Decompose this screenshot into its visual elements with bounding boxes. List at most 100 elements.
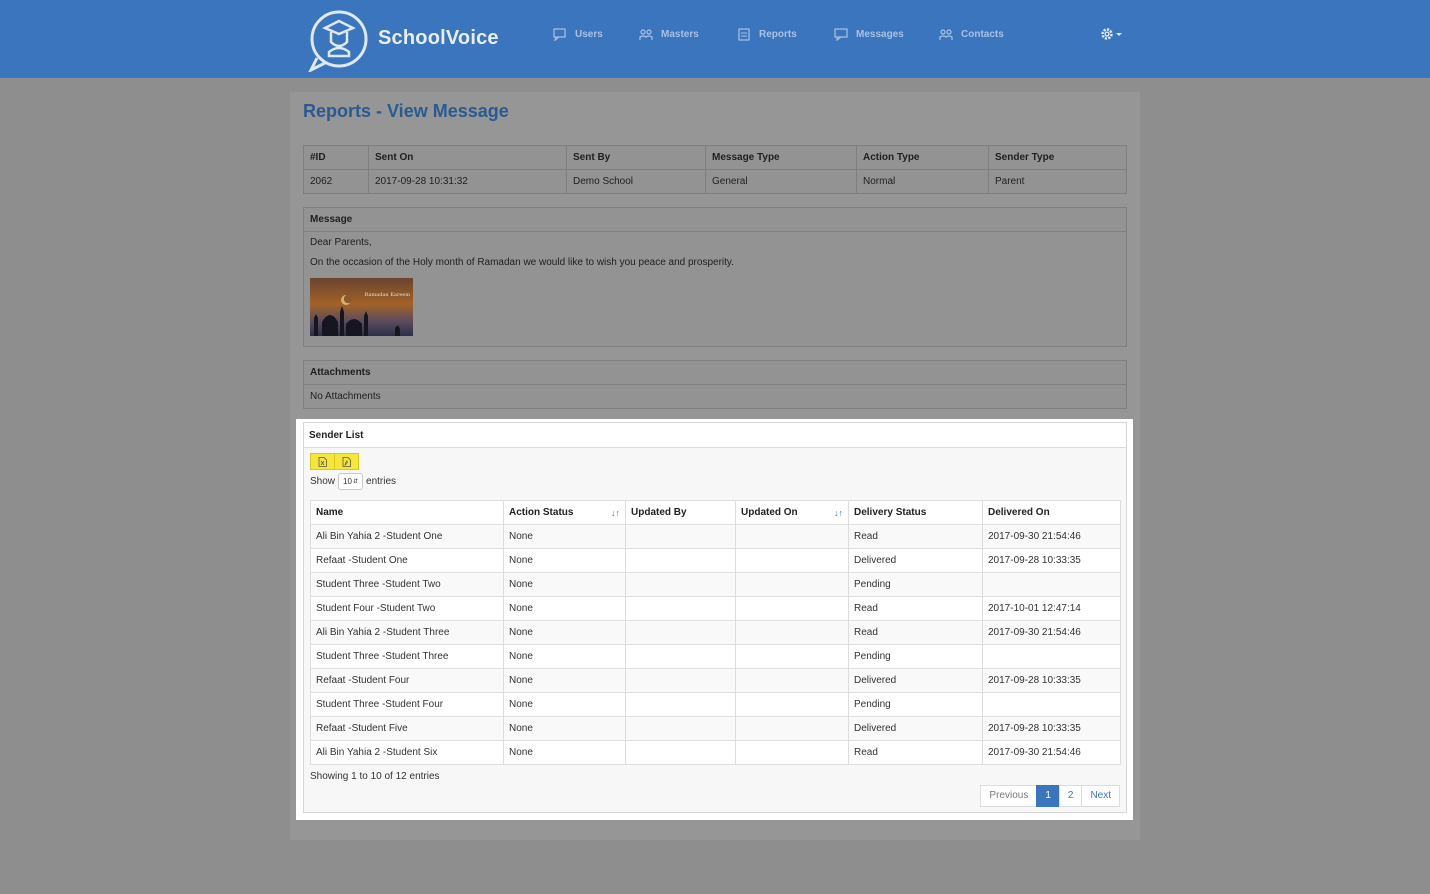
nav-messages-label: Messages bbox=[856, 29, 904, 40]
brand-name[interactable]: SchoolVoice bbox=[378, 27, 499, 50]
info-cell-id: 2062 bbox=[303, 169, 369, 194]
cell-delivered-on: 2017-09-30 21:54:46 bbox=[982, 524, 1121, 549]
export-buttons bbox=[310, 453, 359, 470]
sender-list-title: Sender List bbox=[304, 423, 1126, 448]
cell-delivered-on: 2017-09-28 10:33:35 bbox=[982, 548, 1121, 573]
nav-users-label: Users bbox=[575, 29, 603, 40]
cell-updated-by bbox=[625, 524, 736, 549]
cell-name: Ali Bin Yahia 2 -Student One bbox=[310, 524, 504, 549]
cell-delivery-status: Read bbox=[848, 740, 983, 765]
cell-updated-by bbox=[625, 692, 736, 717]
info-row: 2062 2017-09-28 10:31:32 Demo School Gen… bbox=[303, 169, 1127, 194]
cell-updated-on bbox=[735, 572, 849, 597]
cell-delivery-status: Pending bbox=[848, 572, 983, 597]
pdf-file-icon bbox=[342, 456, 351, 467]
cell-delivered-on bbox=[982, 572, 1121, 597]
nav-reports[interactable]: Reports bbox=[737, 28, 797, 41]
pagination-previous-button[interactable]: Previous bbox=[980, 785, 1038, 807]
cell-name: Student Three -Student Two bbox=[310, 572, 504, 597]
messages-icon bbox=[834, 28, 848, 41]
column-header-action-status[interactable]: Action Status ↓↑ bbox=[503, 500, 626, 525]
nav-messages[interactable]: Messages bbox=[834, 28, 904, 41]
info-header-id: #ID bbox=[303, 145, 369, 170]
table-row: Ali Bin Yahia 2 -Student Three None Read 20… bbox=[310, 620, 1121, 645]
column-header-label: Name bbox=[316, 507, 344, 518]
show-label: Show bbox=[310, 476, 336, 487]
info-cell-sent-by: Demo School bbox=[566, 169, 706, 194]
pagination-page-2[interactable]: 2 bbox=[1058, 785, 1083, 807]
column-header-name[interactable]: Name bbox=[310, 500, 504, 525]
cell-updated-on bbox=[735, 596, 849, 621]
message-line: On the occasion of the Holy month of Ram… bbox=[310, 257, 734, 268]
cell-delivery-status: Read bbox=[848, 524, 983, 549]
nav-masters-label: Masters bbox=[661, 29, 699, 40]
page-title: Reports - View Message bbox=[303, 101, 509, 121]
excel-file-icon bbox=[318, 456, 327, 467]
select-arrows-icon: ⇵ bbox=[352, 479, 358, 485]
schoolvoice-logo-icon[interactable] bbox=[307, 8, 371, 72]
table-row: Student Four -Student Two None Read 2017-10… bbox=[310, 596, 1121, 621]
page-length-control: Show 10 ⇵ entries bbox=[310, 473, 396, 490]
info-cell-message-type: General bbox=[705, 169, 857, 194]
sender-list-panel: Sender List Show 10 ⇵ entries Name Action… bbox=[303, 422, 1127, 813]
cell-delivered-on: 2017-09-28 10:33:35 bbox=[982, 716, 1121, 741]
column-header-label: Updated By bbox=[631, 507, 687, 518]
cell-name: Student Three -Student Four bbox=[310, 692, 504, 717]
cell-delivery-status: Read bbox=[848, 620, 983, 645]
settings-dropdown[interactable] bbox=[1100, 27, 1122, 41]
cell-updated-on bbox=[735, 692, 849, 717]
cell-delivery-status: Delivered bbox=[848, 548, 983, 573]
mosque-silhouette-icon bbox=[314, 294, 400, 336]
cell-name: Student Three -Student Three bbox=[310, 644, 504, 669]
cell-updated-by bbox=[625, 716, 736, 741]
attachments-text: No Attachments bbox=[310, 391, 381, 402]
column-header-updated-on[interactable]: Updated On ↓↑ bbox=[735, 500, 849, 525]
message-panel-title: Message bbox=[304, 208, 1126, 232]
table-row: Student Three -Student Four None Pending bbox=[310, 692, 1121, 717]
column-header-delivered-on[interactable]: Delivered On bbox=[982, 500, 1121, 525]
info-header-sent-on: Sent On bbox=[368, 145, 567, 170]
cell-delivered-on bbox=[982, 692, 1121, 717]
nav-masters[interactable]: Masters bbox=[639, 28, 699, 41]
cell-delivery-status: Delivered bbox=[848, 716, 983, 741]
cell-updated-by bbox=[625, 644, 736, 669]
entries-label: entries bbox=[366, 476, 397, 487]
pagination-page-1[interactable]: 1 bbox=[1036, 785, 1060, 807]
cell-updated-on bbox=[735, 620, 849, 645]
cell-delivered-on bbox=[982, 644, 1121, 669]
attachments-panel-title: Attachments bbox=[304, 361, 1126, 385]
cell-name: Refaat -Student One bbox=[310, 548, 504, 573]
cell-delivery-status: Read bbox=[848, 596, 983, 621]
entries-select[interactable]: 10 ⇵ bbox=[338, 473, 364, 490]
column-header-updated-by[interactable]: Updated By bbox=[625, 500, 736, 525]
cell-updated-by bbox=[625, 596, 736, 621]
info-header-sent-by: Sent By bbox=[566, 145, 706, 170]
cell-updated-by bbox=[625, 572, 736, 597]
nav-contacts[interactable]: Contacts bbox=[939, 28, 1004, 41]
gear-icon bbox=[1101, 28, 1113, 40]
cell-delivery-status: Pending bbox=[848, 692, 983, 717]
table-row: Student Three -Student Two None Pending bbox=[310, 572, 1121, 597]
message-image[interactable]: Ramadan Kareem bbox=[310, 278, 413, 336]
export-excel-button[interactable] bbox=[310, 453, 335, 470]
cell-action-status: None bbox=[503, 692, 626, 717]
cell-action-status: None bbox=[503, 740, 626, 765]
cell-updated-on bbox=[735, 644, 849, 669]
cell-name: Ali Bin Yahia 2 -Student Three bbox=[310, 620, 504, 645]
cell-delivered-on: 2017-09-30 21:54:46 bbox=[982, 620, 1121, 645]
column-header-label: Updated On bbox=[741, 507, 798, 518]
reports-icon bbox=[738, 28, 750, 41]
pagination-next-button[interactable]: Next bbox=[1081, 785, 1120, 807]
cell-action-status: None bbox=[503, 596, 626, 621]
column-header-delivery-status[interactable]: Delivery Status bbox=[848, 500, 983, 525]
sender-list-table: Name Action Status ↓↑ Updated By Updated … bbox=[310, 500, 1121, 765]
table-row: Ali Bin Yahia 2 -Student One None Read 2017… bbox=[310, 524, 1121, 549]
export-pdf-button[interactable] bbox=[334, 453, 359, 470]
cell-updated-on bbox=[735, 524, 849, 549]
cell-action-status: None bbox=[503, 716, 626, 741]
nav-contacts-label: Contacts bbox=[961, 29, 1004, 40]
message-line: Dear Parents, bbox=[310, 237, 372, 248]
cell-updated-on bbox=[735, 740, 849, 765]
sort-icon: ↓↑ bbox=[834, 508, 843, 518]
nav-users[interactable]: Users bbox=[553, 28, 603, 41]
